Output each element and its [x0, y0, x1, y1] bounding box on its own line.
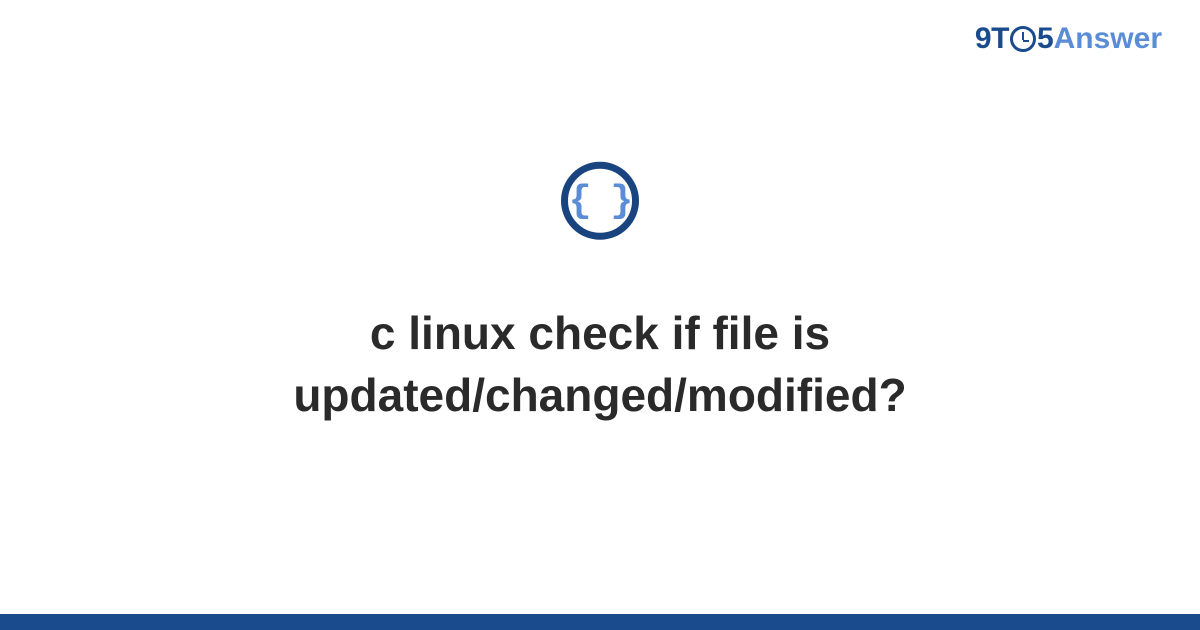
logo-text-5: 5 — [1037, 22, 1054, 56]
site-logo[interactable]: 9T 5 Answer — [975, 22, 1162, 56]
logo-text-answer: Answer — [1054, 22, 1162, 56]
code-braces-icon: { } — [561, 162, 639, 240]
braces-glyph: { } — [569, 179, 631, 222]
clock-icon — [1010, 26, 1036, 52]
main-content: { } c linux check if file is updated/cha… — [0, 162, 1200, 426]
title-line-1: c linux check if file is — [60, 302, 1140, 364]
page-title: c linux check if file is updated/changed… — [0, 302, 1200, 426]
title-line-2: updated/changed/modified? — [60, 364, 1140, 426]
footer-bar — [0, 614, 1200, 630]
logo-text-9t: 9T — [975, 22, 1009, 56]
